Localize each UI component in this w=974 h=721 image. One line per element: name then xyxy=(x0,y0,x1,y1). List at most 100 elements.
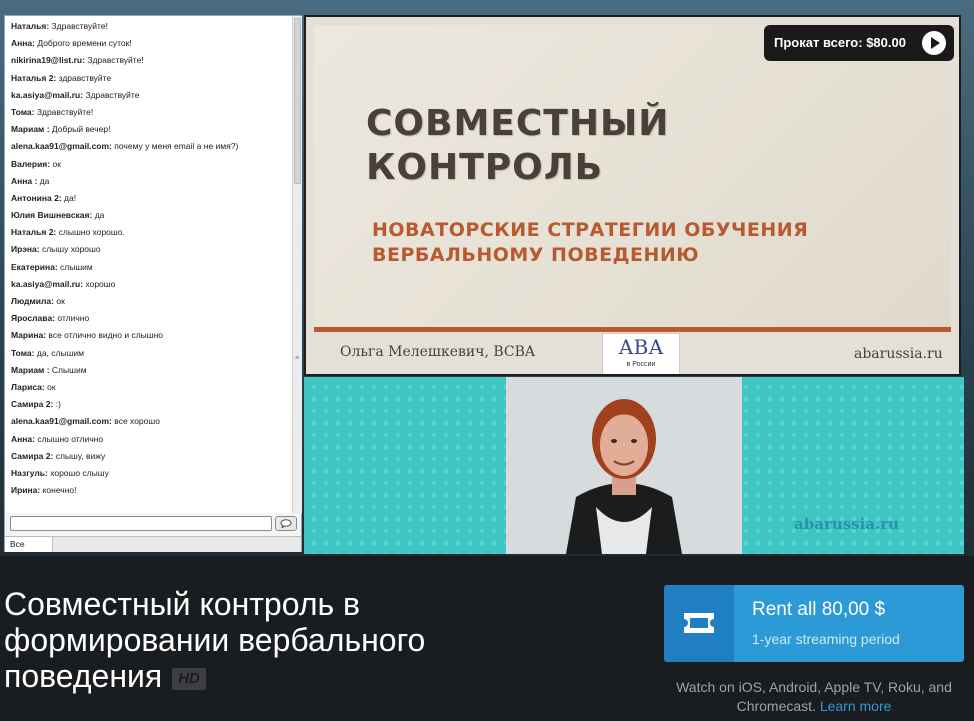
chat-message-text: все отлично видно и слышно xyxy=(48,330,164,341)
chat-send-button[interactable] xyxy=(275,516,297,531)
slide-title-line-2: КОНТРОЛЬ xyxy=(366,147,604,188)
chat-message-text: Здравствуйте! xyxy=(51,21,108,31)
chat-message-text: слышу, вижу xyxy=(55,450,106,461)
chat-message: Ирэна: слышу хорошо xyxy=(11,241,292,258)
chat-message-user: nikirina19@list.ru: xyxy=(11,55,85,66)
chat-message-user: Тома: xyxy=(11,347,35,358)
chat-message: Марина: все отлично видно и слышно xyxy=(11,327,292,344)
chat-message: Ярославa: отлично xyxy=(11,310,292,327)
chat-message-user: Самира 2: xyxy=(11,450,54,461)
chat-message-user: Ирина: xyxy=(11,485,41,496)
chat-message-text: слышим xyxy=(60,261,93,272)
chat-message-text: почему у меня email а не имя?) xyxy=(114,141,239,152)
slide-subtitle-line-1: НОВАТОРСКИЕ СТРАТЕГИИ ОБУЧЕНИЯ xyxy=(372,219,809,241)
chat-message-text: ок xyxy=(47,381,56,392)
chat-message: Мариам : Слышим xyxy=(11,362,292,379)
chat-message-user: Валерия: xyxy=(11,158,51,169)
chat-message-text: слышу хорошо xyxy=(41,244,101,255)
slide-title-line-1: СОВМЕСТНЫЙ xyxy=(366,103,670,144)
chat-message-user: Антонина 2: xyxy=(11,192,62,203)
rent-total-badge[interactable]: Прокат всего: $80.00 xyxy=(764,25,954,61)
chat-message-text: здравствуйте xyxy=(58,72,112,83)
chat-message-text: да xyxy=(39,175,50,186)
slide-title: СОВМЕСТНЫЙ КОНТРОЛЬ xyxy=(366,102,669,190)
chat-message: Наталья: Здравствуйте! xyxy=(11,18,292,35)
chat-message-user: Наталья: xyxy=(11,21,50,31)
slide-website: abarussia.ru xyxy=(854,346,943,362)
chat-message: Самира 2: :) xyxy=(11,396,292,413)
chat-message-text: Доброго времени суток! xyxy=(37,38,132,49)
webcam-area: abarussia.ru xyxy=(304,377,964,554)
slide-author: Ольга Мелешкевич, BCBA xyxy=(340,344,536,360)
chat-message-user: Наталья 2: xyxy=(11,227,57,238)
chat-message-text: да xyxy=(94,210,105,221)
scroll-grip-icon: ≡ xyxy=(295,355,300,362)
hd-badge: HD xyxy=(172,668,206,690)
chat-message: Самира 2: слышу, вижу xyxy=(11,448,292,465)
watch-platforms-note: Watch on iOS, Android, Apple TV, Roku, a… xyxy=(664,678,964,716)
chat-message-text: ок xyxy=(56,296,65,306)
watch-platforms-text: Watch on iOS, Android, Apple TV, Roku, a… xyxy=(676,679,952,714)
chat-message: nikirina19@list.ru: Здравствуйте! xyxy=(11,52,292,69)
chat-message-user: Екатерина: xyxy=(11,261,58,272)
chat-message-text: да, слышим xyxy=(36,347,84,358)
webcam-website-watermark: abarussia.ru xyxy=(794,515,900,533)
chat-message-text: хорошо слышу xyxy=(50,467,109,478)
chat-message-user: Анна: xyxy=(11,433,35,444)
chat-message: alena.kaa91@gmail.com: все хорошо xyxy=(11,413,292,430)
chat-message: Назгуль: хорошо слышу xyxy=(11,465,292,482)
chat-scroll-thumb[interactable] xyxy=(294,18,301,184)
chat-message-text: все хорошо xyxy=(114,416,160,427)
slide-subtitle-line-2: ВЕРБАЛЬНОМУ ПОВЕДЕНИЮ xyxy=(372,244,700,266)
chat-message: Людмила: ок xyxy=(11,293,292,310)
rent-icon-box xyxy=(664,585,734,662)
chat-tab-all[interactable]: Все xyxy=(5,537,53,552)
chat-message-text: конечно! xyxy=(42,485,77,496)
chat-message-user: Наталья 2: xyxy=(11,72,57,83)
chat-message-user: Ирэна: xyxy=(11,244,40,255)
chat-message: ka.asiya@mail.ru: хорошо xyxy=(11,276,292,293)
chat-message: Наталья 2: здравствуйте xyxy=(11,70,292,87)
video-player[interactable]: Наталья: Здравствуйте! Анна: Доброго врем… xyxy=(0,0,974,556)
chat-message: Наталья 2: слышно хорошо. xyxy=(11,224,292,241)
presenter-figure xyxy=(506,377,742,554)
chat-message-text: слышно отлично xyxy=(37,433,104,444)
chat-message-user: ka.asiya@mail.ru: xyxy=(11,278,84,289)
chat-message: Анна: слышно отлично xyxy=(11,431,292,448)
video-title: Совместный контроль в формировании верба… xyxy=(4,586,524,694)
aba-logo: АВА в России xyxy=(602,333,680,374)
chat-message-user: Самира 2: xyxy=(11,399,54,410)
chat-message-user: Тома: xyxy=(11,106,35,117)
learn-more-link[interactable]: Learn more xyxy=(820,698,892,714)
chat-scrollbar[interactable]: ≡ xyxy=(292,16,302,513)
chat-tabs: Все xyxy=(5,536,301,552)
chat-message-user: Лариса: xyxy=(11,381,45,392)
chat-message-text: да! xyxy=(64,192,77,203)
chat-message-user: Анна : xyxy=(11,175,38,186)
chat-message-user: Людмила: xyxy=(11,296,54,306)
chat-message: Лариса: ок xyxy=(11,379,292,396)
chat-message-text: Добрый вечер! xyxy=(51,124,111,135)
chat-message-user: Юлия Вишневская: xyxy=(11,210,93,221)
chat-message: Ирина: конечно! xyxy=(11,482,292,499)
chat-message-text: ок xyxy=(52,158,61,169)
chat-message-text: хорошо xyxy=(85,278,116,289)
chat-message: Юлия Вишневская: да xyxy=(11,207,292,224)
rent-button-sublabel: 1-year streaming period xyxy=(752,631,900,647)
aba-logo-text: АВА xyxy=(618,335,664,359)
presenter-video xyxy=(506,377,742,554)
chat-message-user: Мариам : xyxy=(11,124,50,135)
rent-button-label: Rent all 80,00 $ xyxy=(752,599,886,620)
chat-message: Мариам : Добрый вечер! xyxy=(11,121,292,138)
chat-message-user: Ярославa: xyxy=(11,313,56,324)
chat-panel: Наталья: Здравствуйте! Анна: Доброго врем… xyxy=(4,15,302,552)
aba-logo-subtext: в России xyxy=(626,361,656,368)
video-title-text: Совместный контроль в формировании верба… xyxy=(4,586,426,694)
speech-bubble-icon xyxy=(280,519,292,528)
rent-button[interactable]: Rent all 80,00 $ 1-year streaming period xyxy=(664,585,964,662)
chat-message-text: слышно хорошо. xyxy=(58,227,125,238)
slide-divider xyxy=(314,327,951,332)
play-icon[interactable] xyxy=(922,31,946,55)
chat-message-text: :) xyxy=(55,399,61,410)
chat-input[interactable] xyxy=(10,516,272,531)
